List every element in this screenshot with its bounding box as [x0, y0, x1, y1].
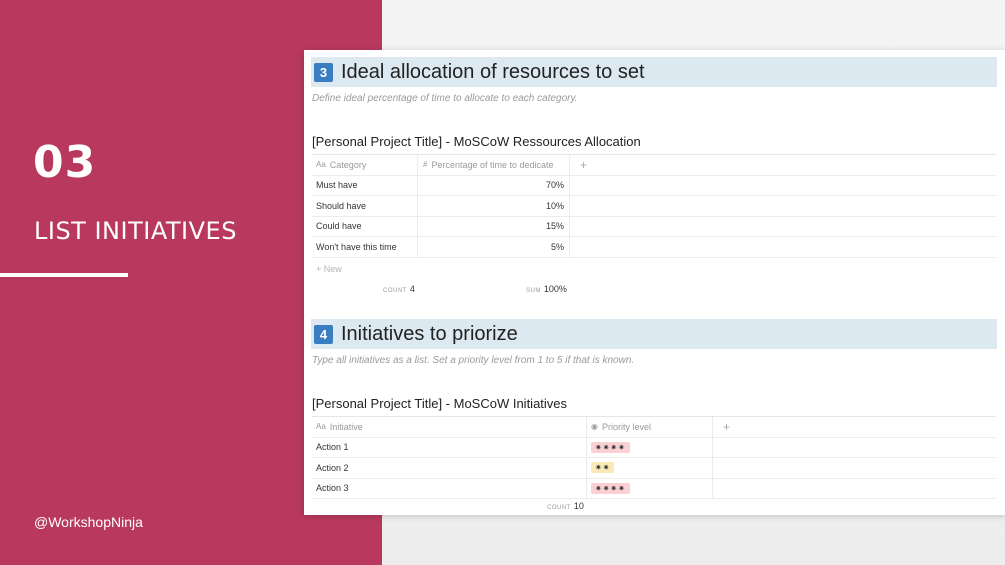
section3-hint: Define ideal percentage of time to alloc… [312, 93, 578, 104]
select-property-icon: ◉ [591, 422, 598, 432]
sum-calculation[interactable]: SUM 100% [526, 284, 567, 294]
category-cell[interactable]: Won't have this time [312, 237, 418, 257]
initiative-cell[interactable]: Action 2 [312, 458, 587, 478]
count-calculation[interactable]: COUNT 10 [547, 501, 584, 511]
table-row[interactable]: Action 1 ✷✷✷✷ [312, 437, 996, 458]
table-header: Aa Category # Percentage of time to dedica… [312, 155, 996, 176]
table-row[interactable]: Must have 70% [312, 175, 996, 196]
percent-cell[interactable]: 15% [418, 216, 570, 236]
keycap-4-icon: 4 [314, 324, 333, 344]
section4-hint: Type all initiatives as a list. Set a pr… [312, 355, 635, 366]
priority-cell[interactable]: ✷✷✷✷ [587, 478, 713, 498]
initiatives-table-title[interactable]: [Personal Project Title] - MoSCoW Initia… [312, 396, 567, 411]
section3-heading-bar: 3 Ideal allocation of resources to set [311, 57, 997, 87]
section3-heading: Ideal allocation of resources to set [341, 60, 645, 83]
new-row-button[interactable]: + New [312, 258, 996, 280]
initiative-cell[interactable]: Action 3 [312, 478, 587, 498]
table-row[interactable]: Action 2 ✷✷ [312, 458, 996, 479]
column-header-priority[interactable]: ◉ Priority level [587, 417, 713, 437]
category-cell[interactable]: Should have [312, 196, 418, 216]
title-underline [0, 273, 128, 277]
column-header-percentage[interactable]: # Percentage of time to dedicate [418, 155, 570, 175]
add-column-button[interactable]: + [570, 155, 996, 175]
priority-tag: ✷✷ [591, 462, 615, 474]
table-row[interactable]: Could have 15% [312, 216, 996, 237]
add-column-button[interactable]: + [713, 417, 996, 437]
plus-icon: + [723, 419, 731, 434]
section4-heading-bar: 4 Initiatives to priorize [311, 319, 997, 349]
percent-cell[interactable]: 10% [418, 196, 570, 216]
plus-icon: + [580, 157, 588, 172]
priority-tag: ✷✷✷✷ [591, 441, 630, 453]
table-row[interactable]: Action 3 ✷✷✷✷ [312, 478, 996, 499]
number-property-icon: # [423, 160, 428, 170]
slide-number: 03 [33, 137, 97, 188]
section4-heading: Initiatives to priorize [341, 322, 518, 345]
initiatives-table: Aa Initiative ◉ Priority level + Action 1 … [312, 416, 996, 499]
text-property-icon: Aa [316, 422, 326, 432]
allocation-table-title[interactable]: [Personal Project Title] - MoSCoW Ressou… [312, 134, 641, 149]
percent-cell[interactable]: 70% [418, 175, 570, 195]
priority-tag: ✷✷✷✷ [591, 482, 630, 494]
category-cell[interactable]: Could have [312, 216, 418, 236]
column-header-category[interactable]: Aa Category [312, 155, 418, 175]
table-header: Aa Initiative ◉ Priority level + [312, 417, 996, 438]
category-cell[interactable]: Must have [312, 175, 418, 195]
keycap-3-icon: 3 [314, 62, 333, 82]
percent-cell[interactable]: 5% [418, 237, 570, 257]
initiative-cell[interactable]: Action 1 [312, 437, 587, 457]
table-row[interactable]: Should have 10% [312, 196, 996, 217]
allocation-table: Aa Category # Percentage of time to dedica… [312, 154, 996, 280]
table-row[interactable]: Won't have this time 5% [312, 237, 996, 258]
slide-title: LIST INITIATIVES [34, 217, 237, 245]
notion-screenshot: 3 Ideal allocation of resources to set D… [304, 50, 1005, 515]
column-header-initiative[interactable]: Aa Initiative [312, 417, 587, 437]
priority-cell[interactable]: ✷✷✷✷ [587, 437, 713, 457]
priority-cell[interactable]: ✷✷ [587, 458, 713, 478]
text-property-icon: Aa [316, 160, 326, 170]
count-calculation[interactable]: COUNT 4 [383, 284, 415, 294]
author-handle: @WorkshopNinja [34, 514, 143, 530]
